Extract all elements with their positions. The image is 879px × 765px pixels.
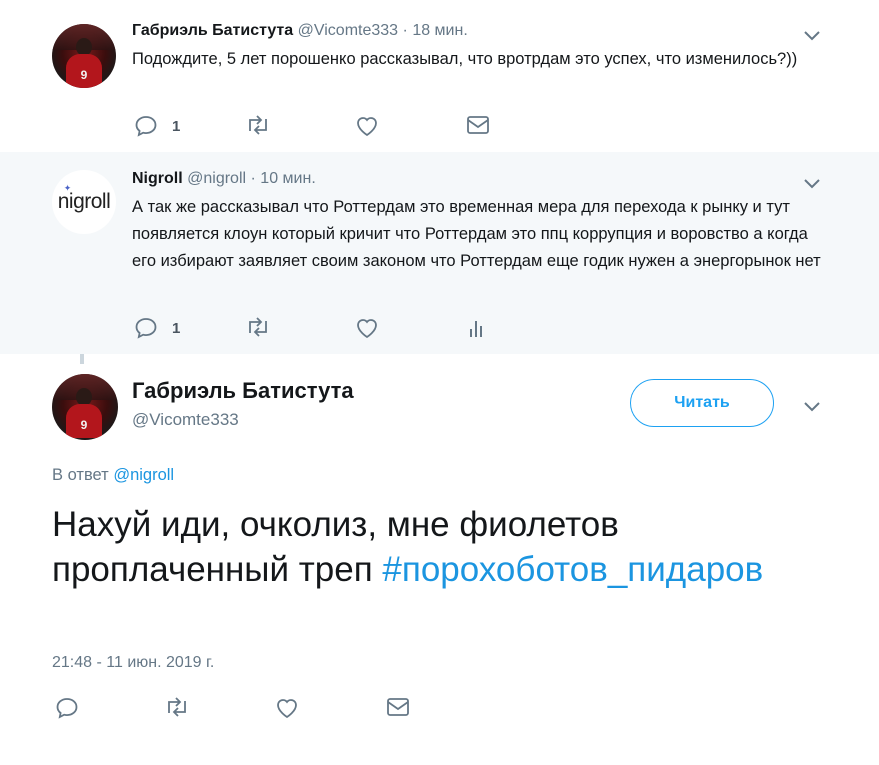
analytics-bars-icon: [470, 321, 482, 337]
thread-tweet-2[interactable]: ✦ nigroll Nigroll @nigroll · 10 мин. А т…: [0, 152, 879, 354]
tweet-time[interactable]: 10 мин.: [260, 170, 315, 187]
dm-button[interactable]: [386, 697, 410, 717]
thread-tweet-1[interactable]: 9 Габриэль Батистута @Vicomte333 · 18 ми…: [0, 0, 879, 152]
avatar[interactable]: 9: [52, 24, 116, 88]
chevron-down-icon[interactable]: [803, 176, 821, 190]
reply-handle-link[interactable]: @nigroll: [113, 466, 174, 484]
main-author-name[interactable]: Габриэль Батистута: [132, 378, 354, 404]
reply-button[interactable]: [55, 697, 79, 719]
follow-button[interactable]: Читать: [630, 379, 774, 427]
avatar[interactable]: ✦ nigroll: [52, 170, 116, 234]
sparkle-icon: ✦: [63, 183, 72, 193]
main-author-handle[interactable]: @Vicomte333: [132, 410, 239, 430]
retweet-button[interactable]: [245, 115, 271, 135]
author-name[interactable]: Nigroll: [132, 170, 183, 187]
chevron-down-icon[interactable]: [803, 399, 821, 413]
retweet-icon: [249, 317, 267, 337]
like-button[interactable]: [355, 317, 379, 339]
author-handle[interactable]: @nigroll: [187, 170, 246, 187]
reply-context: В ответ @nigroll: [52, 466, 174, 485]
heart-icon: [357, 319, 377, 339]
reply-button[interactable]: 1: [134, 317, 180, 339]
retweet-button[interactable]: [245, 317, 271, 337]
reply-count: 1: [172, 117, 181, 135]
heart-icon: [357, 117, 377, 137]
reply-icon: [56, 698, 78, 719]
analytics-button[interactable]: [466, 317, 486, 339]
reply-prefix: В ответ: [52, 466, 109, 484]
retweet-icon: [168, 697, 186, 717]
tweet-text: А так же рассказывал что Роттердам это в…: [132, 198, 821, 270]
author-handle[interactable]: @Vicomte333: [298, 22, 398, 39]
author-name[interactable]: Габриэль Батистута: [132, 22, 293, 39]
envelope-icon: [467, 116, 489, 134]
retweet-button[interactable]: [164, 697, 190, 717]
envelope-icon: [387, 698, 409, 716]
separator: ·: [250, 170, 256, 187]
chevron-down-icon[interactable]: [803, 28, 821, 42]
main-avatar[interactable]: 9: [52, 374, 118, 440]
reply-icon: [135, 318, 157, 339]
separator: ·: [402, 22, 408, 39]
retweet-icon: [249, 115, 267, 135]
reply-button[interactable]: 1: [134, 115, 180, 137]
like-button[interactable]: [275, 697, 299, 719]
heart-icon: [277, 699, 297, 719]
reply-icon: [135, 116, 157, 137]
hashtag-link[interactable]: #порохоботов_пидаров: [382, 550, 763, 589]
nigroll-logo: ✦ nigroll: [57, 183, 111, 213]
like-button[interactable]: [355, 115, 379, 137]
main-timestamp[interactable]: 21:48 - 11 июн. 2019 г.: [52, 654, 214, 672]
reply-count: 1: [172, 319, 181, 337]
main-tweet-text: Нахуй иди, очколиз, мне фиолетов проплач…: [52, 502, 812, 592]
tweet-text: Подождите, 5 лет порошенко рассказывал, …: [132, 50, 798, 68]
dm-button[interactable]: [466, 115, 490, 135]
tweet-time[interactable]: 18 мин.: [412, 22, 467, 39]
